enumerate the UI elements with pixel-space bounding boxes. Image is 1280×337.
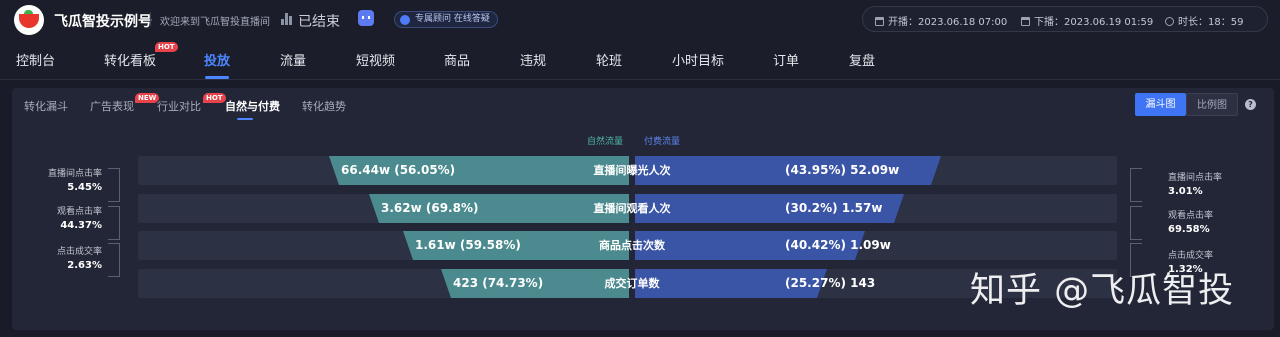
help-icon[interactable]: ?: [1245, 99, 1256, 110]
end-time: 下播：2023.06.19 01:59: [1021, 13, 1153, 28]
natural-value-label: 1.61w (59.58%): [415, 238, 521, 252]
new-badge: NEW: [135, 93, 160, 103]
rate-bracket: [108, 206, 120, 240]
rate-bracket: [108, 168, 120, 202]
natural-value-label: 423 (74.73%): [453, 276, 544, 290]
natural-conversion-rate: 观看点击率 44.37%: [56, 207, 102, 231]
nav-ads[interactable]: 投放: [204, 50, 230, 69]
hot-badge: HOT: [203, 93, 226, 103]
start-time: 开播：2023.06.18 07:00: [875, 13, 1007, 28]
clock-icon: [1165, 17, 1174, 26]
stage-label: 商品点击次数: [599, 239, 665, 252]
stage-label: 成交订单数: [604, 277, 660, 290]
stage-label: 直播间曝光人次: [593, 164, 671, 177]
paid-conversion-rate: 直播间点击率 3.01%: [1168, 173, 1223, 197]
ratio-view-button[interactable]: 比例图: [1186, 93, 1238, 116]
paid-value-label: (43.95%) 52.09w: [785, 163, 900, 177]
top-header: 飞瓜智投示例号 欢迎来到飞瓜智投直播间 已结束 专属顾问 在线答疑 开播：202…: [0, 0, 1280, 38]
subtab-industry-compare[interactable]: 行业对比: [157, 98, 201, 114]
broadcast-time-box: 开播：2023.06.18 07:00 下播：2023.06.19 01:59 …: [862, 6, 1268, 32]
divider: [150, 12, 151, 26]
natural-conversion-rate: 直播间点击率 5.45%: [47, 169, 102, 193]
nav-hourly-goals[interactable]: 小时目标: [672, 50, 724, 69]
main-nav: 控制台 转化看板 HOT 投放 流量 短视频 商品 违规 轮班 小时目标 订单 …: [0, 38, 1280, 80]
subtab-conversion-trend[interactable]: 转化趋势: [302, 98, 346, 114]
natural-value-label: 3.62w (69.8%): [381, 201, 479, 215]
paid-conversion-rate: 观看点击率 69.58%: [1168, 211, 1214, 235]
rate-bracket: [108, 243, 120, 277]
nav-active-indicator: [205, 76, 229, 79]
bar-chart-icon: [281, 13, 293, 25]
legend-paid: 付费流量: [644, 137, 681, 147]
subtab-natural-paid[interactable]: 自然与付费: [225, 98, 280, 114]
natural-conversion-rate: 点击成交率 2.63%: [56, 247, 102, 271]
nav-traffic[interactable]: 流量: [280, 50, 306, 69]
nav-console[interactable]: 控制台: [16, 50, 55, 69]
robot-icon[interactable]: [358, 10, 374, 26]
nav-review[interactable]: 复盘: [849, 50, 875, 69]
subtab-active-indicator: [237, 118, 253, 120]
calendar-icon: [1021, 17, 1030, 26]
watermark: 知乎 @飞瓜智投: [970, 271, 1235, 311]
natural-paid-panel: 转化漏斗 广告表现 NEW 行业对比 HOT 自然与付费 转化趋势 漏斗图 比例…: [12, 88, 1274, 330]
consultant-button[interactable]: 专属顾问 在线答疑: [394, 11, 498, 28]
nav-short-video[interactable]: 短视频: [356, 50, 395, 69]
brand-name: 飞瓜智投示例号: [54, 14, 152, 30]
funnel-view-button[interactable]: 漏斗图: [1135, 93, 1186, 116]
legend-natural: 自然流量: [587, 137, 624, 147]
rate-bracket: [1130, 206, 1142, 240]
nav-violations[interactable]: 违规: [520, 50, 546, 69]
live-status: 已结束: [298, 14, 340, 30]
natural-value-label: 66.44w (56.05%): [341, 163, 456, 177]
nav-conversion-board[interactable]: 转化看板: [104, 50, 156, 69]
feigua-logo-icon: [14, 5, 44, 35]
stage-label: 直播间观看人次: [593, 202, 671, 215]
paid-value-label: (25.27%) 143: [785, 276, 876, 290]
welcome-text: 欢迎来到飞瓜智投直播间: [160, 17, 270, 28]
subtab-conversion-funnel[interactable]: 转化漏斗: [24, 98, 68, 114]
rate-bracket: [1130, 168, 1142, 202]
headset-icon: [400, 15, 410, 25]
duration: 时长：18：59: [1165, 13, 1243, 28]
nav-shifts[interactable]: 轮班: [596, 50, 622, 69]
hot-badge: HOT: [155, 42, 178, 52]
subtab-ad-performance[interactable]: 广告表现: [90, 98, 134, 114]
calendar-icon: [875, 17, 884, 26]
paid-value-label: (40.42%) 1.09w: [785, 238, 891, 252]
paid-value-label: (30.2%) 1.57w: [785, 201, 883, 215]
nav-products[interactable]: 商品: [444, 50, 470, 69]
nav-orders[interactable]: 订单: [773, 50, 799, 69]
